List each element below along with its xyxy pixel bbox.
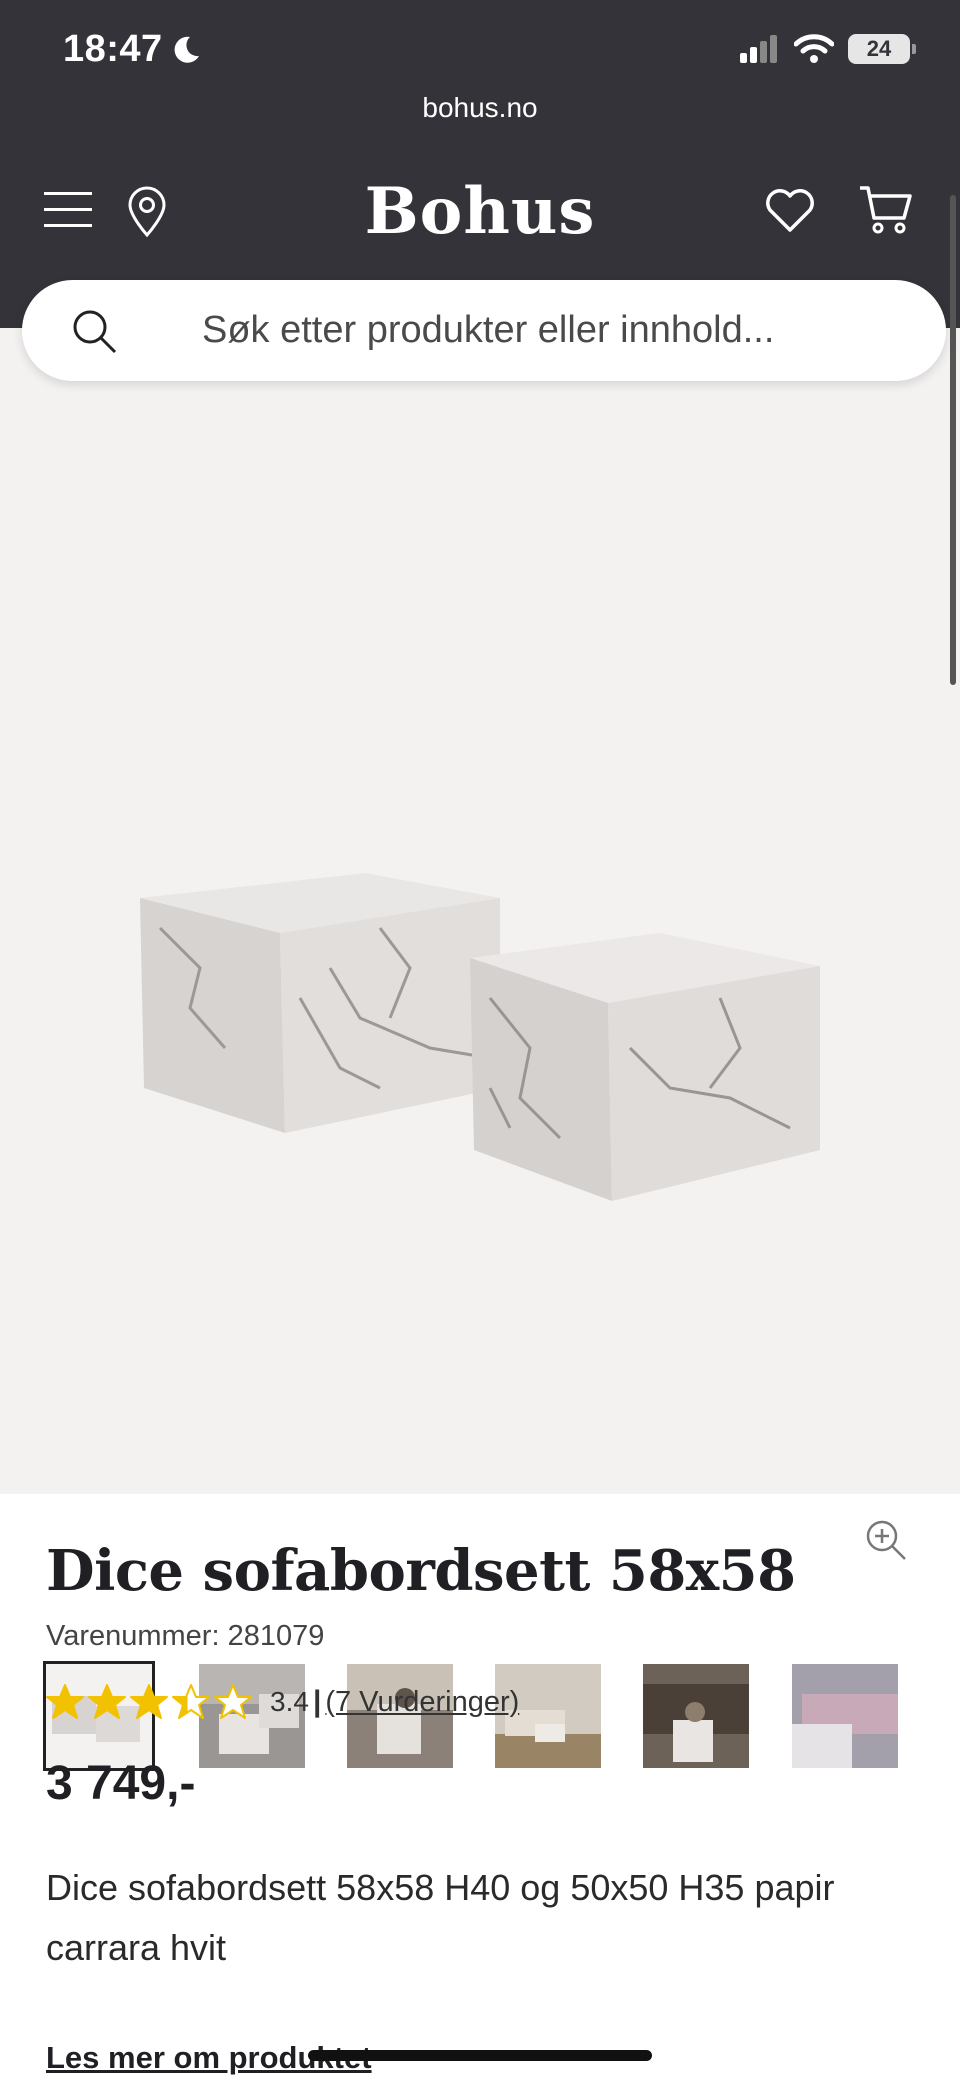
star-icon — [88, 1684, 126, 1719]
star-icon — [172, 1684, 210, 1719]
site-header: 18:47 24 bohus.no Bohus — [0, 0, 960, 328]
wifi-icon — [794, 34, 834, 63]
status-icons: 24 — [740, 34, 916, 64]
product-sku: Varenummer: 281079 — [46, 1620, 325, 1652]
thumbnail-5[interactable] — [643, 1664, 749, 1768]
cart-icon[interactable] — [858, 184, 914, 236]
battery-icon: 24 — [848, 34, 916, 64]
zoom-in-icon[interactable] — [864, 1518, 908, 1562]
bohus-logo[interactable]: Bohus — [0, 174, 960, 249]
product-gallery — [0, 328, 960, 1771]
search-icon[interactable] — [70, 307, 118, 355]
signal-icon — [740, 35, 777, 63]
status-time: 18:47 — [63, 28, 163, 70]
search-input[interactable] — [202, 280, 902, 381]
battery-level: 24 — [866, 36, 892, 61]
star-icon — [130, 1684, 168, 1719]
star-icon — [46, 1684, 84, 1719]
moon-icon — [174, 36, 199, 63]
rating-stars — [46, 1683, 252, 1721]
product-page: 18:47 24 bohus.no Bohus Søk etter produk… — [0, 0, 960, 2078]
home-indicator — [308, 2050, 652, 2061]
product-description: Dice sofabordsett 58x58 H40 og 50x50 H35… — [46, 1867, 835, 1968]
product-rating: 3.4 | (7 Vurderinger) — [46, 1680, 519, 1724]
thumbnail-6[interactable] — [792, 1664, 898, 1768]
browser-url[interactable]: bohus.no — [0, 92, 960, 124]
rating-separator: | — [312, 1685, 322, 1718]
star-icon — [214, 1684, 252, 1719]
product-price: 3 749,- — [46, 1757, 196, 1810]
page-scrollbar[interactable] — [950, 195, 956, 685]
product-title: Dice sofabordsett 58x58 — [46, 1538, 796, 1604]
rating-value: 3.4 — [270, 1686, 309, 1717]
reviews-link[interactable]: (7 Vurderinger) — [325, 1686, 519, 1719]
search-bar[interactable] — [22, 280, 946, 381]
wishlist-icon[interactable] — [764, 186, 816, 234]
product-image[interactable] — [130, 668, 830, 1368]
